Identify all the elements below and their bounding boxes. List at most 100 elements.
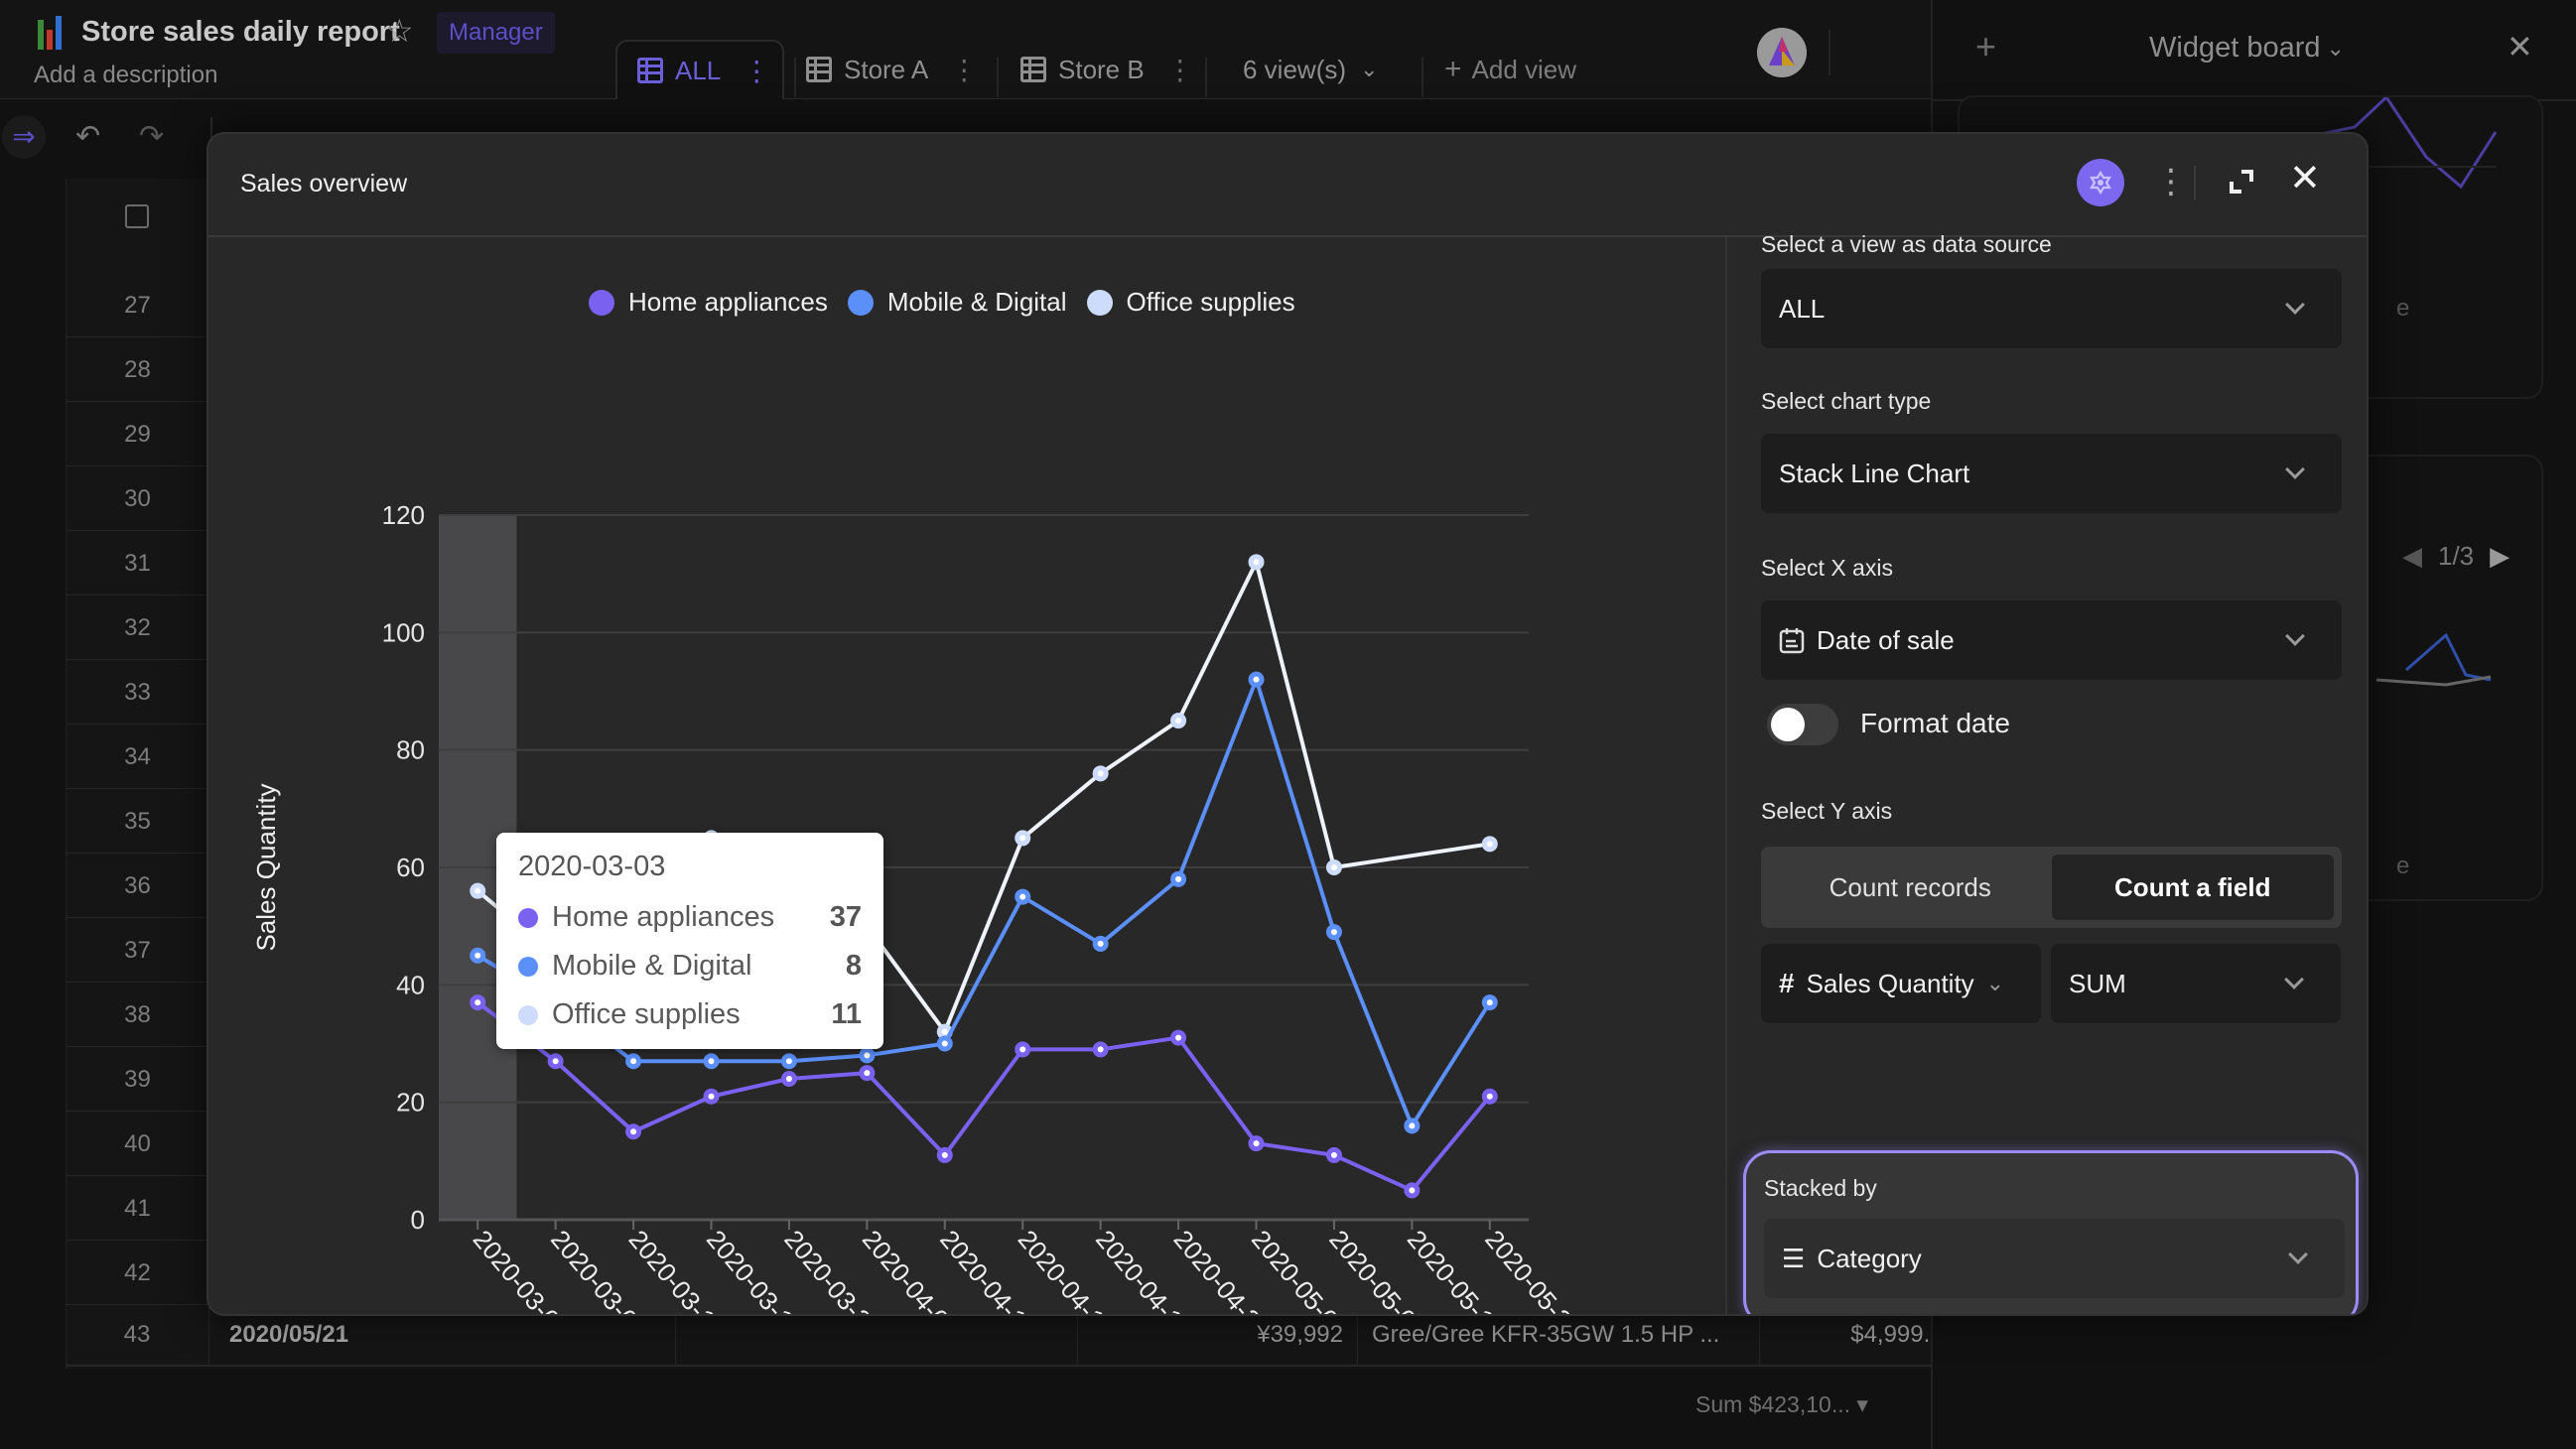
row-number: 36 xyxy=(66,854,209,918)
select-value: Category xyxy=(1817,1243,1922,1273)
widget-board-title: Widget board xyxy=(2149,32,2321,64)
add-view-button[interactable]: + Add view xyxy=(1444,40,1576,99)
tab-all[interactable]: ALL ⋮ xyxy=(615,40,784,99)
add-widget-icon[interactable]: + xyxy=(1975,26,1996,67)
stacked-line-chart[interactable]: 0204060801001202020-03-032020-03-052020-… xyxy=(208,237,1725,1316)
chart-legend: Home appliances Mobile & Digital Office … xyxy=(589,287,1295,318)
redo-icon[interactable]: ↷ xyxy=(139,119,164,154)
tooltip-label: Office supplies xyxy=(552,998,741,1030)
chevron-down-icon xyxy=(2285,460,2305,479)
row-number: 40 xyxy=(66,1112,209,1176)
tooltip-label: Home appliances xyxy=(552,901,775,933)
series-dot xyxy=(518,956,538,977)
data-point-center xyxy=(1330,929,1337,936)
row-number: 31 xyxy=(66,531,209,595)
data-source-select[interactable]: ALL xyxy=(1761,269,2342,348)
row-number: 38 xyxy=(66,983,209,1047)
data-point-center xyxy=(941,1028,948,1035)
tooltip-row: Home appliances 37 xyxy=(518,893,862,942)
tab-label: ALL xyxy=(675,55,722,85)
chart-type-select[interactable]: Stack Line Chart xyxy=(1761,434,2342,513)
select-value: SUM xyxy=(2069,968,2126,998)
stacked-by-select[interactable]: ☰ Category xyxy=(1764,1219,2345,1298)
data-point-center xyxy=(1175,875,1182,882)
widget-board-dropdown[interactable]: Widget board ⌄ xyxy=(2149,32,2345,65)
more-vertical-icon[interactable]: ⋮ xyxy=(2154,154,2188,209)
count-a-field-option[interactable]: Count a field xyxy=(2051,855,2334,920)
select-value: Sales Quantity xyxy=(1806,968,1974,998)
next-page-icon[interactable]: ▶ xyxy=(2490,541,2509,572)
divider xyxy=(1829,30,1830,75)
series-dot xyxy=(518,1004,538,1025)
y-field-select[interactable]: # Sales Quantity ⌄ xyxy=(1761,944,2041,1023)
tab-store-b[interactable]: Store B ⋮ xyxy=(1020,40,1194,99)
footer-sum[interactable]: Sum $423,10... ▾ xyxy=(1695,1391,1868,1418)
grid-view-icon xyxy=(806,57,832,82)
page-indicator: 1/3 xyxy=(2438,541,2475,571)
tooltip-row: Office supplies 11 xyxy=(518,990,862,1039)
tooltip-date: 2020-03-03 xyxy=(518,851,666,882)
data-point-center xyxy=(1253,676,1260,683)
settings-button[interactable] xyxy=(2077,159,2124,206)
tooltip-value: 11 xyxy=(831,998,862,1030)
data-point-center xyxy=(1097,940,1104,947)
close-icon[interactable]: ✕ xyxy=(2507,28,2533,66)
row-number: 27 xyxy=(66,273,209,337)
prev-page-icon[interactable]: ◀ xyxy=(2402,541,2422,572)
plus-icon: + xyxy=(1444,53,1462,85)
avatar[interactable] xyxy=(1757,28,1807,77)
data-point-center xyxy=(1175,718,1182,724)
star-icon[interactable]: ☆ xyxy=(385,12,414,50)
aggregate-select[interactable]: SUM xyxy=(2051,944,2341,1023)
select-value: Date of sale xyxy=(1817,624,1955,655)
chevron-down-icon xyxy=(2284,970,2304,989)
count-records-option[interactable]: Count records xyxy=(1769,855,2052,920)
stacked-by-label: Stacked by xyxy=(1764,1175,1877,1201)
row-number: 35 xyxy=(66,789,209,854)
row-number: 41 xyxy=(66,1176,209,1241)
views-dropdown[interactable]: 6 view(s) ⌄ xyxy=(1243,40,1378,99)
tab-label: Store A xyxy=(844,54,929,84)
legend-item-office-supplies[interactable]: Office supplies xyxy=(1086,287,1295,318)
divider xyxy=(794,58,796,97)
select-all-checkbox[interactable] xyxy=(125,204,149,228)
data-point-center xyxy=(1330,864,1337,870)
tooltip-value: 8 xyxy=(845,950,862,982)
legend-item-mobile-digital[interactable]: Mobile & Digital xyxy=(847,287,1067,318)
y-tick-label: 100 xyxy=(382,617,425,647)
chevron-down-icon xyxy=(2288,1245,2308,1264)
legend-item-home-appliances[interactable]: Home appliances xyxy=(589,287,828,318)
more-vertical-icon[interactable]: ⋮ xyxy=(743,55,770,87)
data-point-center xyxy=(1019,893,1026,900)
tooltip-row: Mobile & Digital 8 xyxy=(518,942,862,990)
more-vertical-icon[interactable]: ⋮ xyxy=(950,54,978,86)
row-number: 29 xyxy=(66,402,209,466)
data-point-center xyxy=(1409,1187,1416,1194)
divider xyxy=(2194,166,2196,199)
more-vertical-icon[interactable]: ⋮ xyxy=(1166,54,1194,86)
format-date-toggle[interactable] xyxy=(1767,704,1838,745)
description-field[interactable]: Add a description xyxy=(34,62,217,89)
data-point-center xyxy=(630,1128,637,1135)
x-axis-select[interactable]: Date of sale xyxy=(1761,600,2342,680)
row-number: 37 xyxy=(66,918,209,983)
stacked-by-section: Stacked by ☰ Category xyxy=(1743,1150,2359,1314)
chevron-down-icon xyxy=(2285,626,2305,646)
y-axis-mode-segmented: Count records Count a field xyxy=(1761,847,2342,928)
row-number: 43 xyxy=(66,1302,209,1367)
app-chart-icon xyxy=(38,14,66,50)
row-number: 39 xyxy=(66,1047,209,1112)
tab-store-a[interactable]: Store A ⋮ xyxy=(806,40,978,99)
expand-icon[interactable] xyxy=(2224,164,2259,199)
y-tick-label: 80 xyxy=(396,735,425,765)
undo-icon[interactable]: ↶ xyxy=(75,119,100,154)
chevron-down-icon: ⌄ xyxy=(1985,971,2005,995)
select-value-wrapper: Date of sale xyxy=(1779,625,2288,656)
legend-dot xyxy=(847,289,874,316)
close-icon[interactable]: ✕ xyxy=(2289,156,2321,200)
data-point-center xyxy=(1019,1046,1026,1053)
data-point-center xyxy=(630,1058,637,1065)
row-number: 28 xyxy=(66,337,209,402)
sidebar-toggle-icon[interactable]: ⇒ xyxy=(2,115,46,159)
document-title[interactable]: Store sales daily report xyxy=(81,16,400,49)
